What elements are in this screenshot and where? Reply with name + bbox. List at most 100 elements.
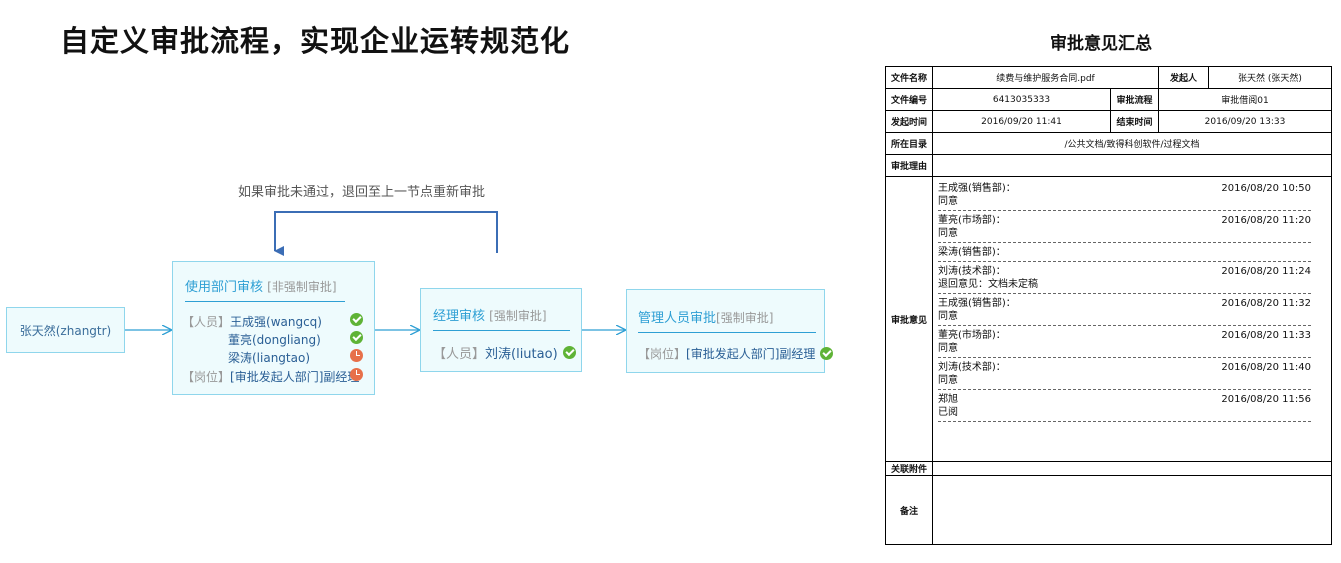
admin-approval-node[interactable]: 管理人员审批[强制审批] 【岗位】 [审批发起人部门]副经理 [626,289,834,373]
dept-person-row-2: 董亮(dongliang) [228,331,321,348]
reason-label: 审批理由 [885,154,933,177]
list-item: 郑旭 2016/08/20 11:56 已阅 [938,390,1311,422]
end-time-label: 结束时间 [1110,110,1159,133]
opinion-time: 2016/08/20 10:50 [1221,183,1311,194]
approved-icon [820,347,834,360]
list-item: 王成强(销售部)： 2016/08/20 10:50 同意 [938,179,1311,211]
dept-person-name: 梁涛(liangtao) [228,351,311,365]
manager-review-node[interactable]: 经理审核 [强制审批] 【人员】 刘涛(liutao) [420,288,582,372]
table-row: 所在目录 /公共文档/致得科创软件/过程文档 [885,132,1332,155]
initiator-value: 张天然 (张天然) [1208,66,1332,89]
table-row: 关联附件 [885,461,1332,476]
manager-review-tag: [强制审批] [489,309,547,323]
opinion-author: 刘涛(技术部)： [938,266,1006,277]
opinion-time: 2016/08/20 11:20 [1221,215,1311,226]
attachments-label: 关联附件 [885,461,933,476]
attachments-value[interactable] [932,461,1332,476]
opinions-list: 王成强(销售部)： 2016/08/20 10:50 同意 董亮(市场部)： 2016… [932,176,1332,462]
opinion-text: 同意 [938,343,958,354]
initiator-label: 发起人 [1158,66,1209,89]
opinion-author: 梁涛(销售部)： [938,247,1006,258]
directory-value[interactable]: /公共文档/致得科创软件/过程文档 [932,132,1332,155]
approval-summary-table: 文件名称 续费与维护服务合同.pdf 发起人 张天然 (张天然) 文件编号 64… [885,66,1332,545]
opinion-author: 王成强(销售部)： [938,183,1016,194]
list-item: 梁涛(销售部)： [938,243,1311,262]
approved-icon [350,313,363,326]
opinion-author: 董亮(市场部)： [938,330,1006,341]
admin-approval-divider [638,332,816,333]
dept-person-label: 【人员】 [182,315,231,329]
dept-person-row-1: 【人员】 王成强(wangcq) [182,313,322,330]
opinion-text: 同意 [938,311,958,322]
summary-title: 审批意见汇总 [1050,34,1152,54]
manager-review-title-text: 经理审核 [433,309,486,324]
table-row: 审批理由 [885,154,1332,177]
manager-review-title: 经理审核 [强制审批] [433,305,581,324]
admin-position-row: 【岗位】 [审批发起人部门]副经理 [638,345,834,362]
admin-approval-tag: [强制审批] [716,311,774,325]
approved-icon [562,346,576,359]
manager-person-label: 【人员】 [433,347,486,362]
dept-review-title: 使用部门审核 [非强制审批] [185,276,374,295]
admin-position-value: [审批发起人部门]副经理 [686,347,816,361]
file-name-label: 文件名称 [885,66,933,89]
opinion-text: 已阅 [938,407,958,418]
dept-review-divider [185,301,345,302]
reason-value [932,154,1332,177]
list-item: 董亮(市场部)： 2016/08/20 11:33 同意 [938,326,1311,358]
table-row: 审批意见 王成强(销售部)： 2016/08/20 10:50 同意 董亮(市场部)… [885,176,1332,462]
opinion-author: 王成强(销售部)： [938,298,1016,309]
table-row: 文件名称 续费与维护服务合同.pdf 发起人 张天然 (张天然) [885,66,1332,89]
dept-review-tag: [非强制审批] [267,280,337,294]
admin-approval-title-text: 管理人员审批 [638,311,717,326]
opinion-author: 刘涛(技术部)： [938,362,1006,373]
dept-person-row-3: 梁涛(liangtao) [228,349,310,366]
table-row: 发起时间 2016/09/20 11:41 结束时间 2016/09/20 13… [885,110,1332,133]
process-value: 审批借阅01 [1158,88,1332,111]
notes-value [932,475,1332,545]
opinion-text: 同意 [938,375,958,386]
manager-person-row: 【人员】 刘涛(liutao) [433,343,576,362]
notes-label: 备注 [885,475,933,545]
list-item: 刘涛(技术部)： 2016/08/20 11:40 同意 [938,358,1311,390]
dept-person-name: 王成强(wangcq) [230,315,322,329]
manager-person-name: 刘涛(liutao) [485,347,558,362]
opinion-text: 同意 [938,228,958,239]
dept-person-name: 董亮(dongliang) [228,333,321,347]
table-row: 备注 [885,475,1332,545]
approved-icon [350,331,363,344]
dept-review-title-text: 使用部门审核 [185,280,264,295]
opinion-time: 2016/08/20 11:32 [1221,298,1311,309]
file-no-value: 6413035333 [932,88,1111,111]
opinion-time: 2016/08/20 11:56 [1221,394,1311,405]
opinion-author: 郑旭 [938,394,958,405]
process-label: 审批流程 [1110,88,1159,111]
file-name-value[interactable]: 续费与维护服务合同.pdf [932,66,1159,89]
opinion-time: 2016/08/20 11:24 [1221,266,1311,277]
loop-back-arrow [274,211,498,256]
manager-review-divider [433,330,570,331]
opinion-time: 2016/08/20 11:33 [1221,330,1311,341]
file-no-label: 文件编号 [885,88,933,111]
start-time-label: 发起时间 [885,110,933,133]
dept-review-node[interactable]: 使用部门审核 [非强制审批] 【人员】 王成强(wangcq) 董亮(dongl… [172,261,375,395]
list-item: 董亮(市场部)： 2016/08/20 11:20 同意 [938,211,1311,243]
opinion-author: 董亮(市场部)： [938,215,1006,226]
opinion-text: 退回意见：文档未定稿 [938,279,1038,290]
start-time-value: 2016/09/20 11:41 [932,110,1111,133]
loop-back-note: 如果审批未通过，退回至上一节点重新审批 [238,185,486,200]
list-item: 王成强(销售部)： 2016/08/20 11:32 同意 [938,294,1311,326]
pending-clock-icon [350,368,363,381]
admin-approval-title: 管理人员审批[强制审批] [638,307,824,326]
list-item: 刘涛(技术部)： 2016/08/20 11:24 退回意见：文档未定稿 [938,262,1311,294]
pending-clock-icon [350,349,363,362]
dept-position-row: 【岗位】 [审批发起人部门]副经理 [182,368,359,385]
start-node-label: 张天然(zhangtr) [19,323,112,338]
dept-position-value: [审批发起人部门]副经理 [230,370,360,384]
directory-label: 所在目录 [885,132,933,155]
dept-position-label: 【岗位】 [182,370,231,384]
opinion-text: 同意 [938,196,958,207]
opinions-label: 审批意见 [885,176,933,462]
start-node[interactable]: 张天然(zhangtr) [6,307,125,353]
opinion-time: 2016/08/20 11:40 [1221,362,1311,373]
